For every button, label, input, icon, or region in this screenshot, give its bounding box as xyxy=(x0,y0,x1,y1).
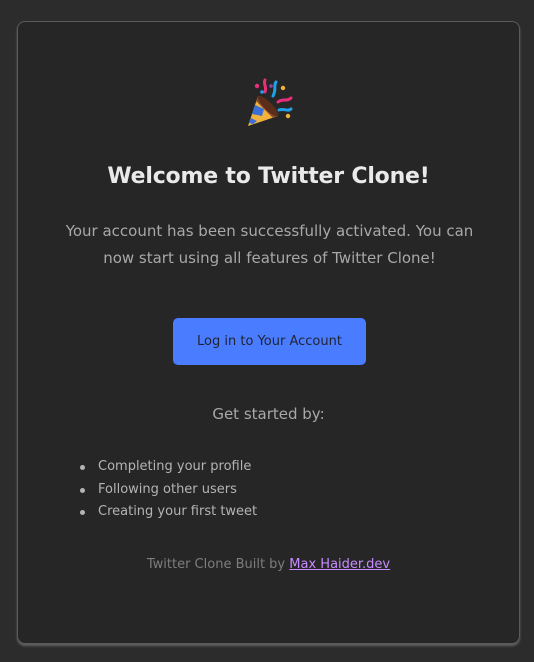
party-popper-icon xyxy=(247,78,292,126)
bullet-icon xyxy=(80,487,85,493)
bullet-icon xyxy=(80,465,85,470)
footer-text: Twitter Clone Built by xyxy=(146,557,286,572)
emoji-container xyxy=(18,78,519,130)
login-button[interactable]: Log in to Your Account xyxy=(173,318,366,365)
getting-started-list: Completing your profile Following other … xyxy=(80,456,257,524)
welcome-card: Welcome to Twitter Clone! Your account h… xyxy=(17,21,520,644)
welcome-title: Welcome to Twitter Clone! xyxy=(107,164,430,189)
step-label: Completing your profile xyxy=(98,459,252,474)
footer: Twitter Clone Built by Max Haider.dev xyxy=(18,557,519,572)
get-started-heading: Get started by: xyxy=(212,405,325,423)
author-link[interactable]: Max Haider.dev xyxy=(289,557,390,572)
list-item: Completing your profile xyxy=(80,456,257,479)
list-item: Creating your first tweet xyxy=(80,501,257,524)
list-item: Following other users xyxy=(80,479,257,502)
activation-message: Your account has been successfully activ… xyxy=(65,222,474,267)
step-label: Creating your first tweet xyxy=(98,504,258,519)
step-label: Following other users xyxy=(98,481,237,497)
bullet-icon xyxy=(80,510,85,515)
